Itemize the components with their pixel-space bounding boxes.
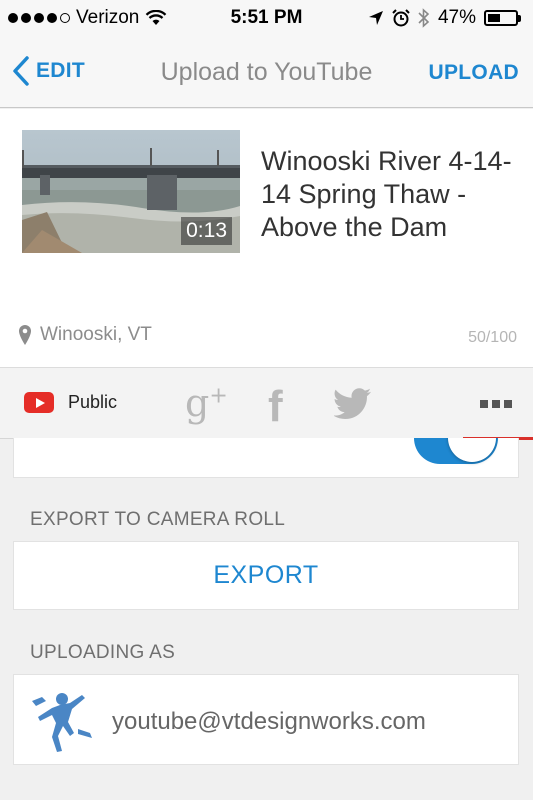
video-duration: 0:13 [181, 217, 232, 245]
twitter-icon[interactable] [334, 388, 374, 420]
video-title[interactable]: Winooski River 4-14-14 Spring Thaw - Abo… [261, 145, 526, 244]
alarm-icon [392, 9, 410, 27]
location-pin-icon [19, 325, 31, 345]
location-label: Winooski, VT [40, 324, 152, 345]
uploading-as-label: UPLOADING AS [30, 642, 176, 663]
battery-percent: 47% [437, 7, 476, 28]
account-email: youtube@vtdesignworks.com [112, 708, 426, 735]
youtube-icon [24, 392, 54, 413]
battery-icon [484, 10, 521, 26]
export-section-label: EXPORT TO CAMERA ROLL [30, 509, 286, 530]
status-bar: Verizon 5:51 PM 47% [0, 0, 533, 36]
location-arrow-icon [368, 11, 383, 25]
youtube-privacy-selector[interactable]: Public [24, 392, 117, 413]
more-services-icon[interactable] [480, 400, 512, 408]
google-plus-icon[interactable]: g+ [185, 381, 228, 425]
account-card[interactable]: youtube@vtdesignworks.com [13, 674, 519, 765]
location-row[interactable]: Winooski, VT [18, 324, 152, 346]
google-plus-sup: + [209, 383, 228, 409]
video-info-card: 0:13 Winooski River 4-14-14 Spring Thaw … [0, 109, 533, 367]
google-plus-glyph: g [185, 381, 210, 425]
skater-avatar-icon [32, 693, 92, 752]
upload-button[interactable]: UPLOAD [429, 61, 519, 85]
navigation-bar: EDIT Upload to YouTube UPLOAD [0, 36, 533, 108]
video-thumbnail[interactable]: 0:13 [22, 130, 240, 253]
privacy-label: Public [68, 392, 118, 412]
export-label: EXPORT [213, 561, 319, 589]
bluetooth-icon [418, 8, 430, 28]
share-services-bar: Public g+ f [0, 367, 533, 440]
export-button[interactable]: EXPORT [13, 541, 519, 610]
facebook-icon[interactable]: f [268, 382, 283, 432]
character-count: 50/100 [468, 329, 517, 346]
toggle-setting-card [13, 438, 519, 478]
setting-toggle-switch[interactable] [414, 438, 498, 464]
status-right-group: 47% [368, 7, 521, 29]
